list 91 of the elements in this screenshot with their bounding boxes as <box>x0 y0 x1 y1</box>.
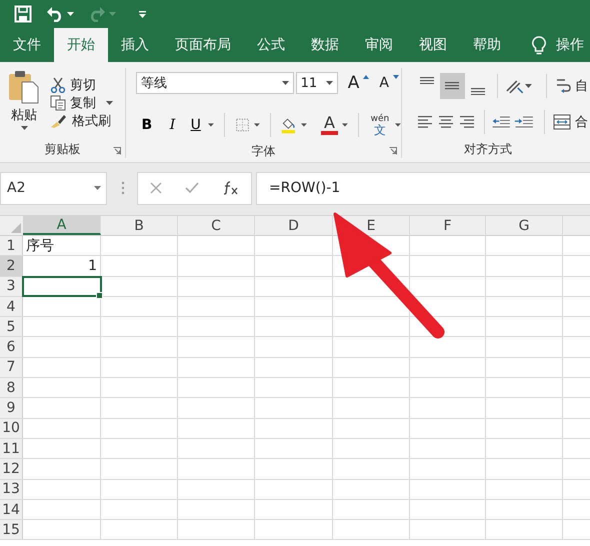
shrink-font-button[interactable]: A <box>377 75 401 91</box>
caret-icon[interactable] <box>254 123 260 127</box>
paintbrush-icon <box>50 113 68 129</box>
row-header[interactable]: 1 <box>0 236 23 256</box>
align-center-icon <box>436 114 455 130</box>
row-header[interactable]: 6 <box>0 337 23 357</box>
scissors-icon <box>50 77 66 93</box>
group-label: 字体 <box>250 143 276 160</box>
align-middle-icon <box>445 82 460 90</box>
ribbon-tab[interactable]: 审阅 <box>352 28 406 62</box>
row-header[interactable]: 11 <box>0 438 23 458</box>
column-header[interactable]: C <box>178 216 255 235</box>
formula-field[interactable]: =ROW()-1 <box>256 172 590 204</box>
row-header[interactable]: 2 <box>0 256 23 276</box>
name-box[interactable]: A2 <box>0 172 107 204</box>
caret-icon[interactable] <box>326 81 333 85</box>
column-header[interactable]: D <box>255 216 333 235</box>
caret-icon[interactable] <box>282 81 289 85</box>
caret-icon[interactable] <box>67 12 74 16</box>
row-header[interactable]: 15 <box>0 520 23 540</box>
save-icon[interactable] <box>14 5 32 23</box>
fill-handle[interactable] <box>96 292 103 299</box>
group-label: 剪贴板 <box>44 141 82 158</box>
ribbon-tab[interactable]: 文件 <box>0 28 54 62</box>
down-triangle-icon <box>393 75 399 79</box>
row-header[interactable]: 14 <box>0 500 23 520</box>
paste-button[interactable]: 粘贴 <box>6 70 42 140</box>
border-icon[interactable] <box>234 116 250 134</box>
table-cell[interactable]: 1 <box>23 256 101 276</box>
phonetic-guide-button[interactable]: wén 文 <box>368 114 392 136</box>
row-header[interactable]: 4 <box>0 296 23 316</box>
column-header[interactable]: F <box>410 216 486 235</box>
ribbon-tab[interactable]: 视图 <box>406 28 460 62</box>
merge-cells-icon <box>552 113 571 131</box>
row-header[interactable]: 10 <box>0 418 23 438</box>
undo-icon[interactable] <box>46 6 64 22</box>
customize-icon[interactable] <box>138 10 147 18</box>
caret-icon[interactable] <box>94 186 101 190</box>
font-color-button[interactable]: A <box>320 115 338 135</box>
column-header[interactable]: B <box>101 216 178 235</box>
active-cell[interactable] <box>23 276 101 296</box>
font-size-dropdown[interactable]: 11 <box>296 72 338 94</box>
row-header[interactable]: 7 <box>0 358 23 378</box>
column-header[interactable]: G <box>486 216 563 235</box>
align-bottom-icon <box>470 88 485 95</box>
ribbon-tab[interactable]: 公式 <box>244 28 298 62</box>
lightbulb-icon[interactable] <box>532 36 546 54</box>
row-header[interactable]: 8 <box>0 378 23 398</box>
caret-icon[interactable] <box>20 126 28 130</box>
tell-me-field[interactable]: 操作 <box>556 36 584 54</box>
insert-function-icon[interactable] <box>223 181 240 195</box>
dialog-launcher-icon[interactable] <box>389 147 397 155</box>
column-header[interactable]: A <box>23 216 101 235</box>
ribbon-tab[interactable]: 数据 <box>298 28 352 62</box>
dialog-launcher-icon[interactable] <box>113 147 121 155</box>
caret-icon[interactable] <box>342 123 348 127</box>
italic-button[interactable]: I <box>162 112 184 138</box>
font-name-dropdown[interactable]: 等线 <box>136 72 294 94</box>
row-header[interactable]: 5 <box>0 317 23 336</box>
row-header[interactable]: 13 <box>0 480 23 499</box>
bold-button[interactable]: B <box>136 112 158 138</box>
caret-icon[interactable] <box>301 123 307 127</box>
align-top-icon <box>420 77 434 84</box>
grow-font-button[interactable]: A <box>346 73 372 93</box>
ribbon-tab[interactable]: 页面布局 <box>162 28 244 62</box>
cut-button[interactable]: 剪切 <box>48 76 113 94</box>
copy-icon <box>50 95 66 111</box>
caret-icon[interactable] <box>395 123 402 127</box>
align-right-icon <box>458 114 476 130</box>
wrap-text-icon <box>554 77 571 95</box>
align-left-icon <box>416 114 434 130</box>
merge-center-button[interactable]: 合 <box>550 113 590 131</box>
caret-icon[interactable] <box>106 101 113 105</box>
up-triangle-icon <box>363 75 370 79</box>
row-header[interactable]: 9 <box>0 398 23 418</box>
vertical-align-button[interactable] <box>440 73 466 99</box>
group-label: 对齐方式 <box>463 141 513 158</box>
caret-icon[interactable] <box>525 84 532 88</box>
caret-icon[interactable] <box>208 123 214 127</box>
ribbon-tab[interactable]: 插入 <box>108 28 162 62</box>
wrap-text-button[interactable]: 自 <box>552 77 590 95</box>
ribbon-tab[interactable]: 帮助 <box>460 28 514 62</box>
table-cell[interactable]: 序号 <box>23 236 101 256</box>
row-header[interactable]: 3 <box>0 276 23 296</box>
format-painter-button[interactable]: 格式刷 <box>48 112 113 130</box>
underline-button[interactable]: U <box>187 112 204 138</box>
ribbon-tab[interactable]: 开始 <box>54 28 108 62</box>
clipboard-icon <box>8 70 40 104</box>
copy-button[interactable]: 复制 <box>48 94 98 112</box>
row-header[interactable]: 12 <box>0 459 23 479</box>
grip-icon <box>121 181 125 195</box>
